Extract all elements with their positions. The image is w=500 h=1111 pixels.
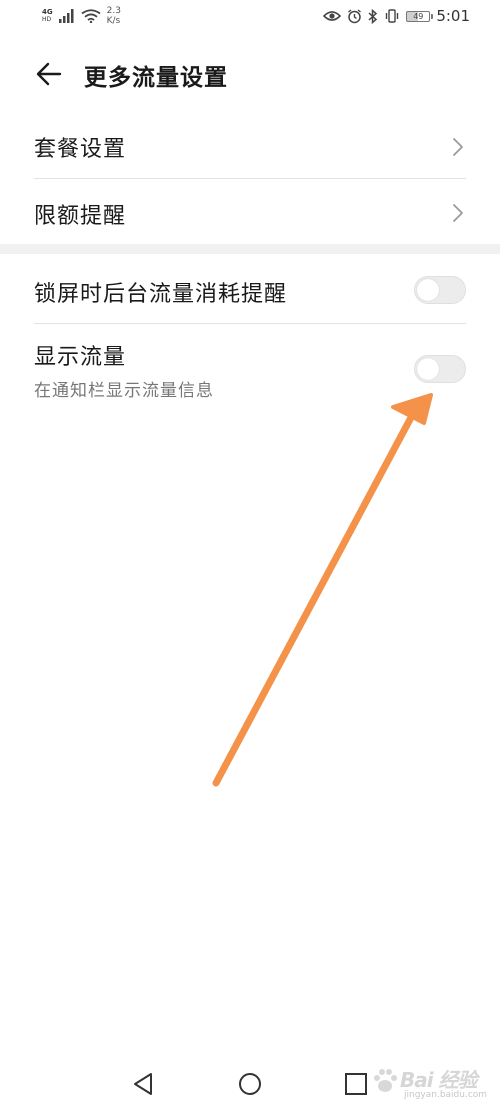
lock-screen-reminder-label: 锁屏时后台流量消耗提醒 (34, 282, 288, 307)
page-title: 更多流量设置 (84, 65, 228, 91)
divider (34, 178, 466, 179)
network-sub-label: HD (42, 16, 52, 23)
alarm-icon (348, 8, 362, 23)
network-type-label: 4G (42, 8, 53, 16)
speed-value: 2.3 (106, 6, 121, 16)
battery-icon: 49 (406, 10, 434, 22)
limit-reminder-row[interactable]: 限额提醒 (34, 180, 466, 242)
watermark-url: jingyan.baidu.com (404, 1090, 488, 1100)
status-right: 49 5:01 (323, 7, 470, 25)
toggle-knob (417, 358, 439, 380)
battery-level: 49 (413, 11, 424, 21)
limit-reminder-label: 限额提醒 (34, 204, 127, 229)
eye-icon (323, 11, 342, 21)
nav-back-icon[interactable] (130, 1070, 158, 1098)
header: 更多流量设置 (0, 50, 500, 98)
lock-screen-reminder-toggle[interactable] (414, 276, 466, 304)
status-left: 4G HD 2.3 K/s (42, 6, 121, 26)
clock-time: 5:01 (436, 7, 470, 25)
watermark-brand: Bai 经验 (400, 1068, 478, 1092)
network-type: 4G HD (42, 8, 53, 24)
back-arrow-icon[interactable] (34, 60, 64, 88)
bluetooth-icon (368, 8, 378, 24)
show-traffic-description: 在通知栏显示流量信息 (34, 381, 214, 401)
paw-logo-icon (374, 1069, 397, 1092)
network-speed: 2.3 K/s (107, 6, 121, 26)
lock-screen-reminder-row: 锁屏时后台流量消耗提醒 (34, 256, 466, 322)
package-settings-row[interactable]: 套餐设置 (34, 118, 466, 178)
package-settings-label: 套餐设置 (34, 137, 127, 162)
vibrate-icon (386, 9, 399, 23)
signal-icon (58, 9, 74, 23)
chevron-right-icon (453, 138, 463, 156)
divider (34, 323, 466, 324)
speed-unit: K/s (106, 16, 121, 26)
show-traffic-toggle[interactable] (414, 355, 466, 383)
chevron-right-icon (453, 204, 463, 222)
baidu-watermark: Bai 经验 jingyan.baidu.com (364, 1062, 494, 1104)
section-gap (0, 244, 500, 254)
wifi-icon (81, 9, 101, 23)
toggle-knob (417, 279, 439, 301)
nav-home-icon[interactable] (236, 1070, 264, 1098)
status-bar: 4G HD 2.3 K/s 49 5:01 (0, 0, 500, 36)
show-traffic-row: 显示流量 在通知栏显示流量信息 (34, 325, 466, 410)
show-traffic-label: 显示流量 (34, 345, 127, 370)
